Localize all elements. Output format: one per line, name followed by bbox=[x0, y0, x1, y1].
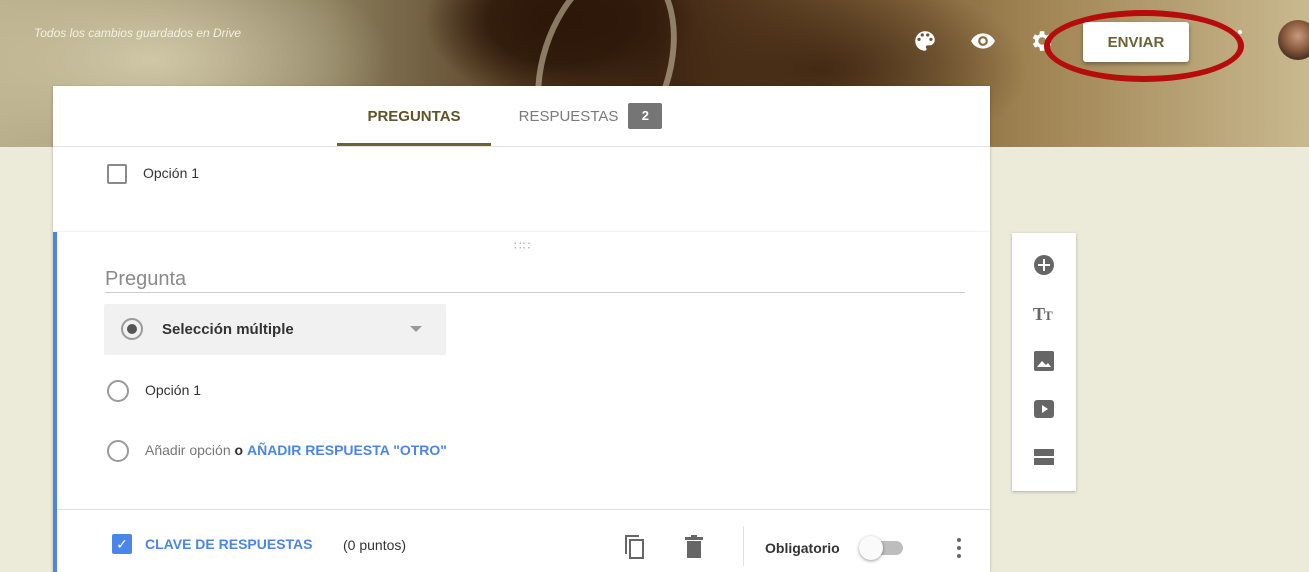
question-type-select[interactable]: Selección múltiple bbox=[104, 304, 446, 355]
more-vert-icon[interactable] bbox=[957, 538, 961, 558]
required-label: Obligatorio bbox=[765, 540, 840, 556]
svg-text:T: T bbox=[1044, 308, 1053, 323]
or-text: o bbox=[234, 442, 244, 458]
add-option-link[interactable]: Añadir opción bbox=[145, 442, 231, 458]
option-checkbox[interactable] bbox=[107, 164, 127, 184]
answer-key-link[interactable]: CLAVE DE RESPUESTAS bbox=[145, 536, 313, 552]
responses-count-badge: 2 bbox=[628, 103, 663, 129]
points-label: (0 puntos) bbox=[343, 537, 407, 553]
footer-divider bbox=[57, 509, 990, 510]
image-icon[interactable] bbox=[1030, 347, 1058, 375]
trash-icon[interactable] bbox=[683, 534, 705, 560]
tab-responses-label: RESPUESTAS bbox=[518, 107, 619, 125]
question-title-input[interactable] bbox=[105, 266, 965, 293]
palette-icon[interactable] bbox=[912, 28, 938, 54]
answer-key-icon[interactable]: ✓ bbox=[112, 534, 132, 554]
required-toggle[interactable] bbox=[859, 536, 883, 560]
tab-questions[interactable]: PREGUNTAS bbox=[337, 86, 491, 146]
duplicate-icon[interactable] bbox=[623, 534, 645, 560]
video-icon[interactable] bbox=[1030, 395, 1058, 423]
save-status: Todos los cambios guardados en Drive bbox=[34, 26, 242, 40]
title-text-icon[interactable]: TT bbox=[1030, 299, 1058, 327]
chevron-down-icon bbox=[410, 326, 422, 332]
side-toolbar: TT bbox=[1012, 233, 1076, 491]
tabs-divider bbox=[53, 146, 990, 147]
previous-option-label: Opción 1 bbox=[143, 165, 200, 181]
add-question-icon[interactable] bbox=[1030, 251, 1058, 279]
option-radio[interactable] bbox=[107, 380, 129, 402]
radio-button-icon bbox=[121, 318, 143, 340]
annotation-circle bbox=[1044, 10, 1244, 82]
tab-responses[interactable]: RESPUESTAS 2 bbox=[508, 86, 673, 146]
tabs-card: PREGUNTAS RESPUESTAS 2 Opción 1 bbox=[53, 86, 990, 232]
section-icon[interactable] bbox=[1030, 443, 1058, 471]
question-card[interactable]: ∷∷ Selección múltiple Opción 1 Añadir op… bbox=[53, 232, 990, 572]
footer-separator bbox=[743, 526, 744, 566]
option-label[interactable]: Opción 1 bbox=[145, 382, 201, 398]
question-type-label: Selección múltiple bbox=[162, 321, 294, 338]
add-option-radio bbox=[107, 440, 129, 462]
add-other-link[interactable]: AÑADIR RESPUESTA "OTRO" bbox=[247, 442, 447, 458]
drag-handle-icon[interactable]: ∷∷ bbox=[514, 239, 531, 253]
eye-icon[interactable] bbox=[970, 28, 996, 54]
add-option-row: Añadir opción o AÑADIR RESPUESTA "OTRO" bbox=[145, 442, 447, 458]
